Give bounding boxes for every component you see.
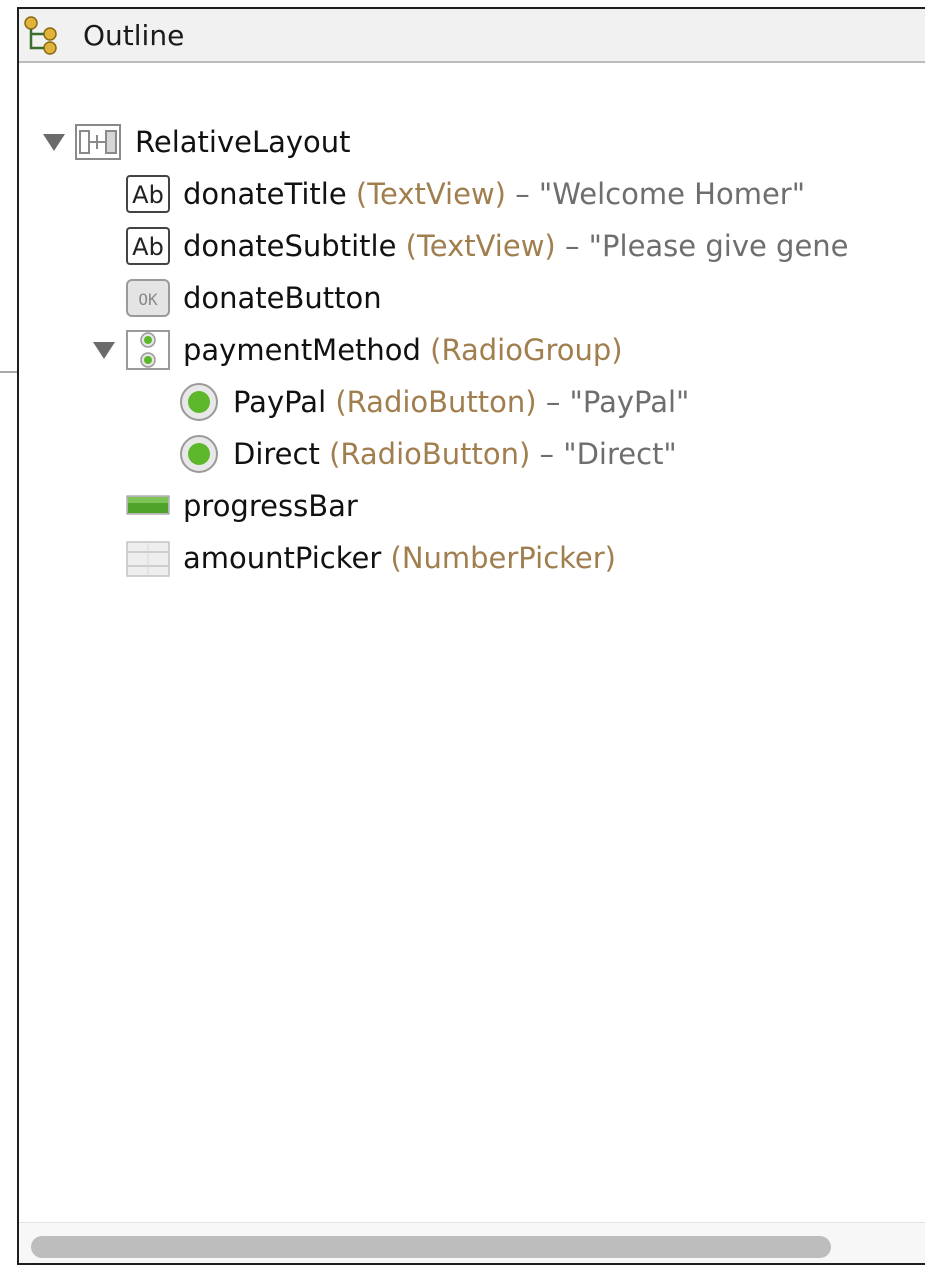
radiobutton-icon bbox=[176, 434, 222, 474]
outline-view-icon bbox=[23, 14, 59, 56]
item-name: donateTitle bbox=[183, 177, 347, 211]
expand-toggle-icon[interactable] bbox=[43, 134, 65, 151]
item-type: (RadioButton) bbox=[329, 437, 531, 471]
item-text: – "Direct" bbox=[530, 437, 677, 471]
svg-text:Ab: Ab bbox=[132, 181, 164, 209]
radiobutton-icon bbox=[176, 382, 222, 422]
item-type: (RadioGroup) bbox=[430, 333, 623, 367]
item-name: Direct bbox=[233, 437, 320, 471]
textview-icon: Ab bbox=[126, 174, 170, 214]
item-name: amountPicker bbox=[183, 541, 382, 575]
item-text: – "Please give gene bbox=[555, 229, 849, 263]
item-name: paymentMethod bbox=[183, 333, 421, 367]
horizontal-scrollbar[interactable] bbox=[19, 1222, 925, 1263]
item-type: (RadioButton) bbox=[335, 385, 537, 419]
item-text: – "PayPal" bbox=[536, 385, 690, 419]
item-type: (TextView) bbox=[355, 177, 506, 211]
item-type: (TextView) bbox=[405, 229, 556, 263]
expand-toggle-icon[interactable] bbox=[93, 342, 115, 359]
item-name: donateSubtitle bbox=[183, 229, 397, 263]
item-name: PayPal bbox=[233, 385, 327, 419]
scrollbar-thumb[interactable] bbox=[31, 1236, 831, 1258]
panel-header: Outline bbox=[19, 9, 925, 63]
textview-icon: Ab bbox=[126, 226, 170, 266]
progressbar-icon bbox=[126, 486, 170, 526]
svg-text:OK: OK bbox=[138, 290, 158, 309]
item-type bbox=[347, 177, 356, 211]
relative-layout-icon bbox=[75, 122, 121, 162]
item-name: donateButton bbox=[183, 281, 382, 315]
tree-item-label: RelativeLayout bbox=[135, 125, 351, 159]
svg-text:Ab: Ab bbox=[132, 233, 164, 261]
button-icon: OK bbox=[126, 278, 170, 318]
item-text: – "Welcome Homer" bbox=[506, 177, 806, 211]
item-type: (NumberPicker) bbox=[390, 541, 617, 575]
radiogroup-icon bbox=[126, 330, 170, 370]
panel-title: Outline bbox=[83, 19, 185, 52]
item-name: progressBar bbox=[183, 489, 358, 523]
background-divider bbox=[0, 371, 18, 373]
outline-panel: Outline RelativeLayout Ab donateTitle (T… bbox=[17, 7, 925, 1265]
numberpicker-icon bbox=[126, 538, 170, 578]
